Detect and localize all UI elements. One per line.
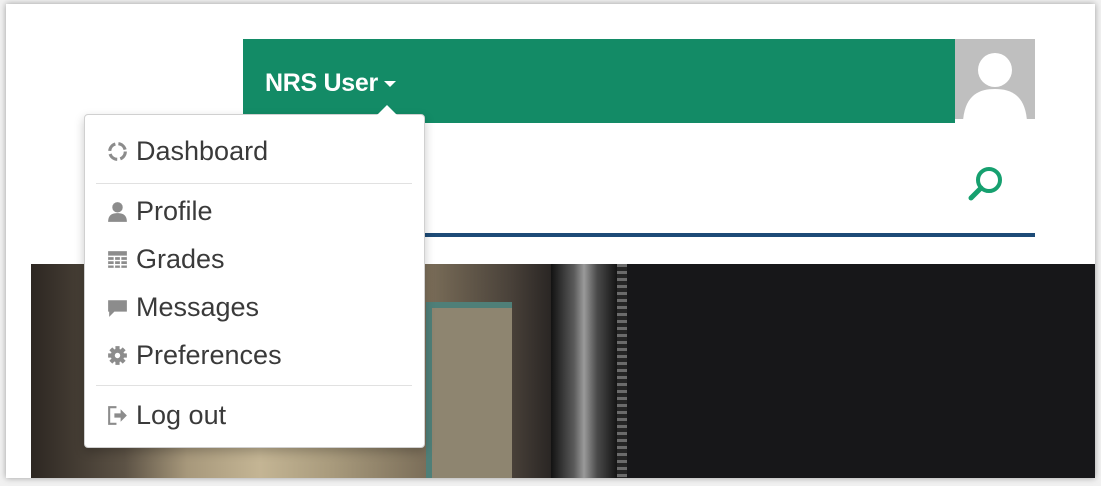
- grades-table-icon: [108, 250, 127, 268]
- menu-item-label: Dashboard: [136, 135, 269, 166]
- menu-divider: [96, 183, 412, 184]
- page-frame: NRS User Dashboard: [6, 4, 1095, 478]
- user-dropdown-menu: Dashboard Profile Grades Messages Prefer…: [84, 105, 425, 448]
- dashboard-icon: [108, 141, 127, 161]
- gear-icon: [108, 345, 127, 365]
- menu-item-log-out[interactable]: Log out: [105, 395, 405, 435]
- menu-item-preferences[interactable]: Preferences: [105, 335, 405, 375]
- menu-item-dashboard[interactable]: Dashboard: [105, 131, 405, 171]
- banner-metal-post: [551, 264, 617, 478]
- menu-item-grades[interactable]: Grades: [105, 239, 405, 279]
- user-name: NRS User: [265, 69, 378, 97]
- menu-item-label: Preferences: [136, 339, 282, 370]
- menu-item-messages[interactable]: Messages: [105, 287, 405, 327]
- search-icon: [968, 167, 1002, 201]
- message-icon: [108, 299, 127, 317]
- banner-teal-frame: [426, 302, 512, 478]
- menu-item-profile[interactable]: Profile: [105, 191, 405, 231]
- user-menu-toggle[interactable]: NRS User: [265, 69, 396, 98]
- default-user-avatar-icon: [963, 53, 1027, 119]
- avatar[interactable]: [955, 39, 1035, 119]
- search-button[interactable]: [963, 163, 1007, 207]
- menu-item-label: Log out: [136, 399, 227, 430]
- user-icon: [108, 201, 127, 222]
- dropdown-pointer: [377, 105, 397, 115]
- menu-item-label: Grades: [136, 243, 225, 274]
- menu-divider: [96, 385, 412, 386]
- menu-item-label: Profile: [136, 195, 213, 226]
- banner-ridge: [617, 264, 627, 478]
- logout-icon: [108, 405, 127, 425]
- menu-item-label: Messages: [136, 291, 260, 322]
- user-header-bar: NRS User: [243, 39, 955, 123]
- caret-down-icon: [383, 81, 396, 88]
